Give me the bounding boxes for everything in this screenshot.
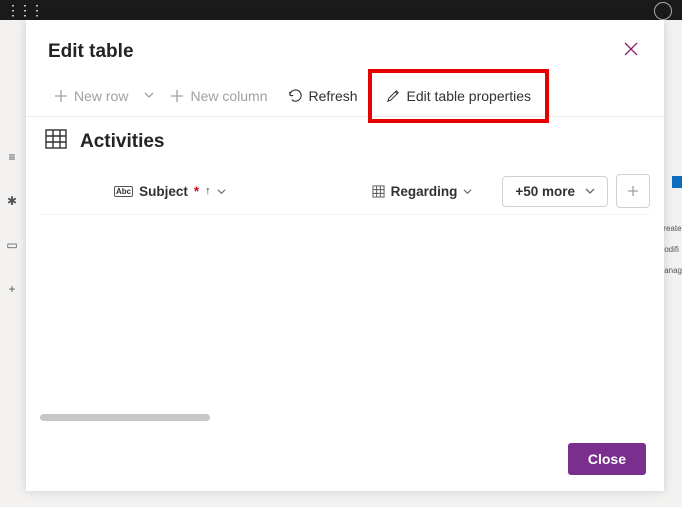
highlight-box: Edit table properties [368,69,550,123]
avatar-icon[interactable] [654,2,672,20]
panel-footer: Close [26,431,664,491]
rail-icon[interactable]: + [8,282,15,296]
new-row-chevron[interactable] [138,81,160,111]
text-type-icon: Abc [114,186,133,197]
new-column-button[interactable]: New column [160,82,277,110]
plus-icon [626,184,640,198]
refresh-icon [288,88,303,103]
column-subject-label: Subject [139,184,188,199]
new-column-label: New column [190,88,267,104]
edit-table-panel: Edit table New row New column Refresh Ed… [26,20,664,491]
panel-content: Activities Abc Subject * ↑ Regarding +50… [26,117,664,431]
table-heading-row: Activities [40,123,650,170]
edit-props-label: Edit table properties [407,88,532,104]
left-rail: ≡ ✱ ▭ + [0,140,24,296]
column-regarding[interactable]: Regarding [364,178,481,205]
add-column-button[interactable] [616,174,650,208]
columns-header-row: Abc Subject * ↑ Regarding +50 more [40,170,650,215]
edit-table-properties-button[interactable]: Edit table properties [376,82,542,110]
plus-icon [170,89,184,103]
chevron-down-icon [585,186,595,196]
close-button[interactable]: Close [568,443,646,475]
horizontal-scrollbar[interactable] [40,414,340,421]
close-icon[interactable] [620,38,642,65]
table-icon [44,127,68,156]
sort-asc-icon: ↑ [205,185,211,197]
header-icons [654,2,672,20]
plus-icon [54,89,68,103]
chevron-down-icon [144,90,154,100]
table-name: Activities [80,131,164,153]
refresh-button[interactable]: Refresh [278,82,368,110]
lookup-type-icon [372,185,385,198]
new-row-button[interactable]: New row [44,82,138,110]
waffle-icon[interactable]: ⋮⋮⋮ [6,2,42,19]
panel-title: Edit table [48,41,134,63]
chevron-down-icon [463,187,472,196]
column-subject[interactable]: Abc Subject * ↑ [106,178,234,205]
refresh-label: Refresh [309,88,358,104]
pencil-icon [386,88,401,103]
rail-icon[interactable]: ▭ [6,238,17,252]
more-columns-label: +50 more [515,184,575,199]
toolbar: New row New column Refresh Edit table pr… [26,75,664,117]
app-header-bg [0,0,682,20]
new-row-label: New row [74,88,128,104]
rail-icon[interactable]: ≡ [8,150,15,164]
bg-accent [672,176,682,188]
more-columns-button[interactable]: +50 more [502,176,608,207]
rail-icon[interactable]: ✱ [7,194,17,208]
panel-header: Edit table [26,20,664,75]
required-marker: * [194,184,199,199]
column-regarding-label: Regarding [391,184,458,199]
chevron-down-icon [217,187,226,196]
scrollbar-thumb[interactable] [40,414,210,421]
